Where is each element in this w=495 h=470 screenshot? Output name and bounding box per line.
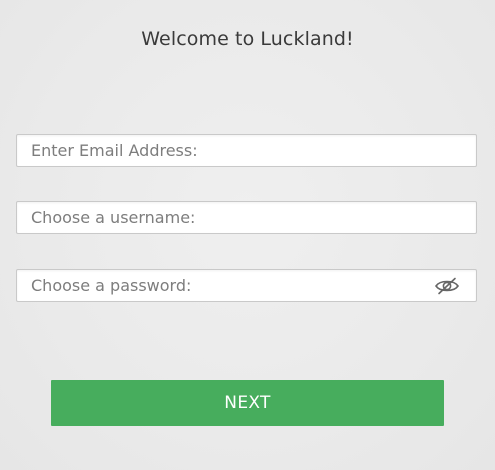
- eye-slash-icon[interactable]: [434, 276, 460, 296]
- password-field-wrapper: [16, 269, 477, 302]
- password-field[interactable]: [17, 270, 476, 301]
- signup-panel: Welcome to Luckland! NEXT: [0, 0, 495, 470]
- email-field-wrapper: [16, 134, 477, 167]
- page-title: Welcome to Luckland!: [141, 28, 354, 50]
- username-field-wrapper: [16, 201, 477, 234]
- email-field[interactable]: [17, 135, 476, 166]
- next-button[interactable]: NEXT: [51, 380, 444, 426]
- username-field[interactable]: [17, 202, 476, 233]
